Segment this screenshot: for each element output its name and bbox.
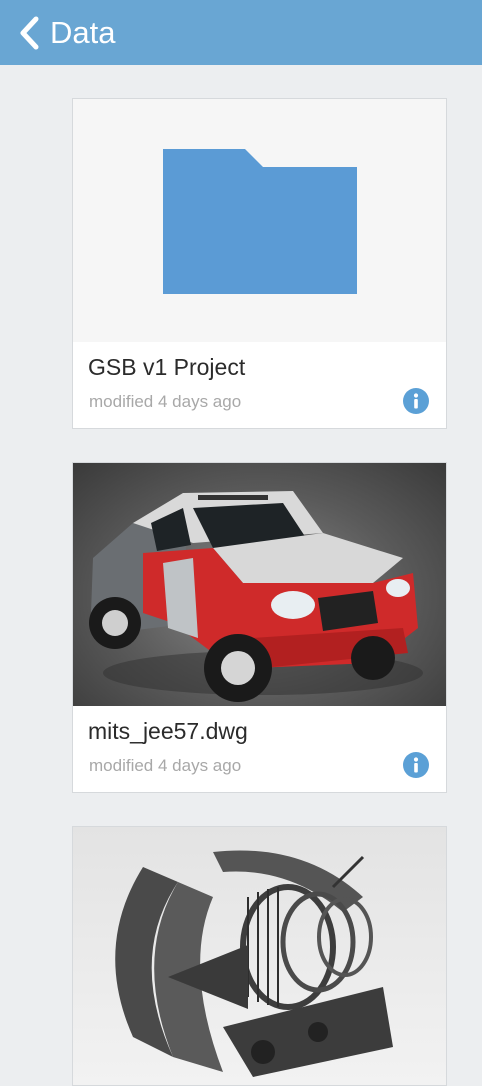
info-button[interactable]: [403, 752, 429, 778]
back-button[interactable]: Data: [0, 0, 115, 65]
folder-thumbnail: [73, 99, 446, 342]
file-card-mits-dwg[interactable]: mits_jee57.dwg modified 4 days ago: [72, 462, 447, 793]
engine-thumbnail: [73, 827, 446, 1085]
file-card-gsb-project[interactable]: GSB v1 Project modified 4 days ago: [72, 98, 447, 429]
info-icon: [403, 752, 429, 778]
file-modified-time: modified 4 days ago: [89, 756, 242, 775]
folder-icon: [73, 149, 446, 342]
file-card-engine[interactable]: [72, 826, 447, 1086]
car-thumbnail: [73, 463, 446, 706]
file-name: GSB v1 Project: [88, 354, 246, 380]
info-icon: [403, 388, 429, 414]
file-modified-time: modified 4 days ago: [89, 392, 242, 411]
info-button[interactable]: [403, 388, 429, 414]
chevron-left-icon: [18, 16, 40, 50]
file-name: mits_jee57.dwg: [88, 718, 248, 744]
top-navigation-bar: Data: [0, 0, 482, 65]
page-title: Data: [50, 15, 116, 50]
red-pickup-truck-render: [73, 491, 446, 706]
